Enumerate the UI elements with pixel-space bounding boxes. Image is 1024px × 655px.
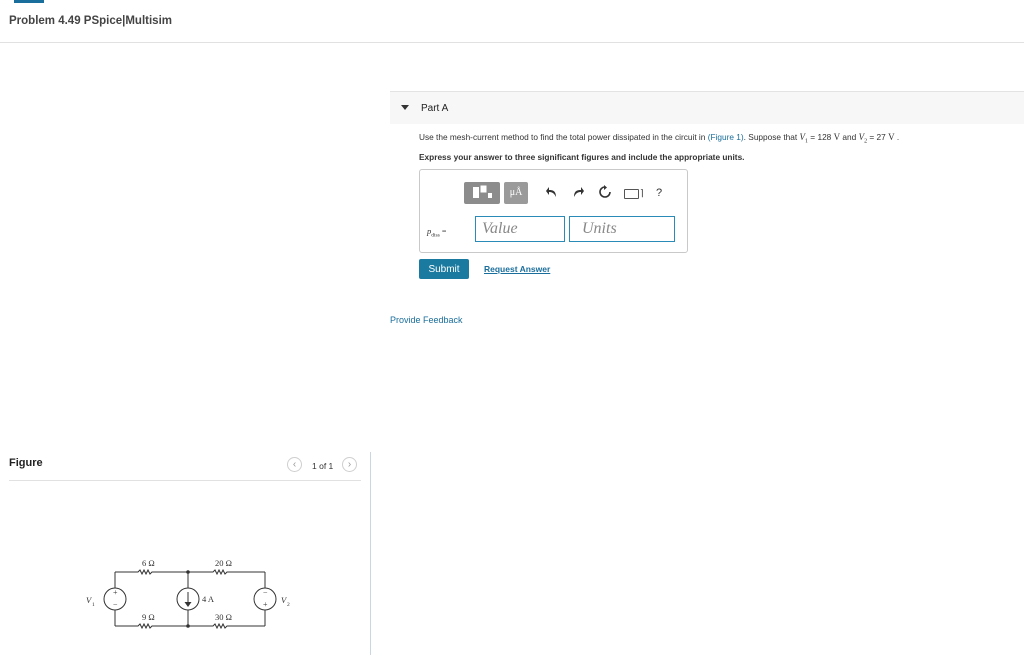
and-text: and	[840, 132, 859, 142]
resistor-30-ohm-label: 30 Ω	[215, 612, 232, 622]
keyboard-icon[interactable]	[624, 189, 639, 199]
instruction-text: Express your answer to three significant…	[419, 152, 745, 162]
figure-link[interactable]: (Figure 1)	[708, 132, 744, 142]
templates-button[interactable]	[464, 182, 500, 204]
part-a-header[interactable]: Part A	[390, 91, 1024, 124]
question-text: Use the mesh-current method to find the …	[419, 132, 899, 145]
resistor-20-ohm-label: 20 Ω	[215, 558, 232, 568]
svg-text:+: +	[113, 588, 118, 597]
page-title: Problem 4.49 PSpice|Multisim	[9, 15, 172, 27]
reset-icon[interactable]	[598, 185, 612, 203]
v2-source-subscript: 2	[287, 602, 290, 608]
top-accent-bar	[14, 0, 44, 3]
next-figure-button[interactable]: ›	[342, 457, 357, 472]
answer-box: μÅ ⌉ ? pdiss =	[419, 169, 688, 253]
units-input[interactable]	[569, 216, 675, 242]
undo-icon[interactable]	[546, 185, 558, 203]
caret-down-icon[interactable]	[401, 105, 409, 110]
answer-label-equals: =	[439, 227, 447, 236]
redo-icon[interactable]	[572, 185, 584, 203]
v1-value: = 128	[808, 132, 834, 142]
value-input[interactable]	[475, 216, 565, 242]
question-end: .	[894, 132, 900, 142]
question-prefix: Use the mesh-current method to find the …	[419, 132, 708, 142]
figure-pager: 1 of 1	[312, 461, 334, 471]
submit-button[interactable]: Submit	[419, 259, 469, 279]
header-divider	[0, 42, 1024, 43]
question-mid: . Suppose that	[743, 132, 800, 142]
resistor-6-ohm-label: 6 Ω	[142, 558, 155, 568]
v2-value: = 27	[867, 132, 889, 142]
current-source-label: 4 A	[202, 594, 215, 604]
help-icon[interactable]: ?	[656, 185, 662, 201]
part-a-label: Part A	[421, 103, 449, 114]
figure-heading: Figure	[9, 457, 43, 469]
svg-text:−: −	[113, 600, 118, 609]
v1-source-subscript: 1	[92, 602, 95, 608]
units-button[interactable]: μÅ	[504, 182, 528, 204]
svg-text:+: +	[263, 600, 268, 609]
templates-icon	[473, 185, 492, 198]
keyboard-dropdown-icon[interactable]: ⌉	[640, 185, 644, 201]
previous-figure-button[interactable]: ‹	[287, 457, 302, 472]
request-answer-link[interactable]: Request Answer	[484, 264, 550, 274]
circuit-diagram: + − − + 6 Ω 20 Ω 9 Ω 30 Ω 4 A V 1 V 2	[86, 558, 290, 630]
resistor-9-ohm-label: 9 Ω	[142, 612, 155, 622]
provide-feedback-link[interactable]: Provide Feedback	[390, 315, 463, 325]
panel-divider	[370, 452, 371, 655]
svg-text:−: −	[263, 588, 268, 597]
figure-divider	[9, 480, 361, 481]
answer-label-subscript: diss	[431, 232, 440, 239]
answer-label: pdiss =	[427, 226, 446, 239]
